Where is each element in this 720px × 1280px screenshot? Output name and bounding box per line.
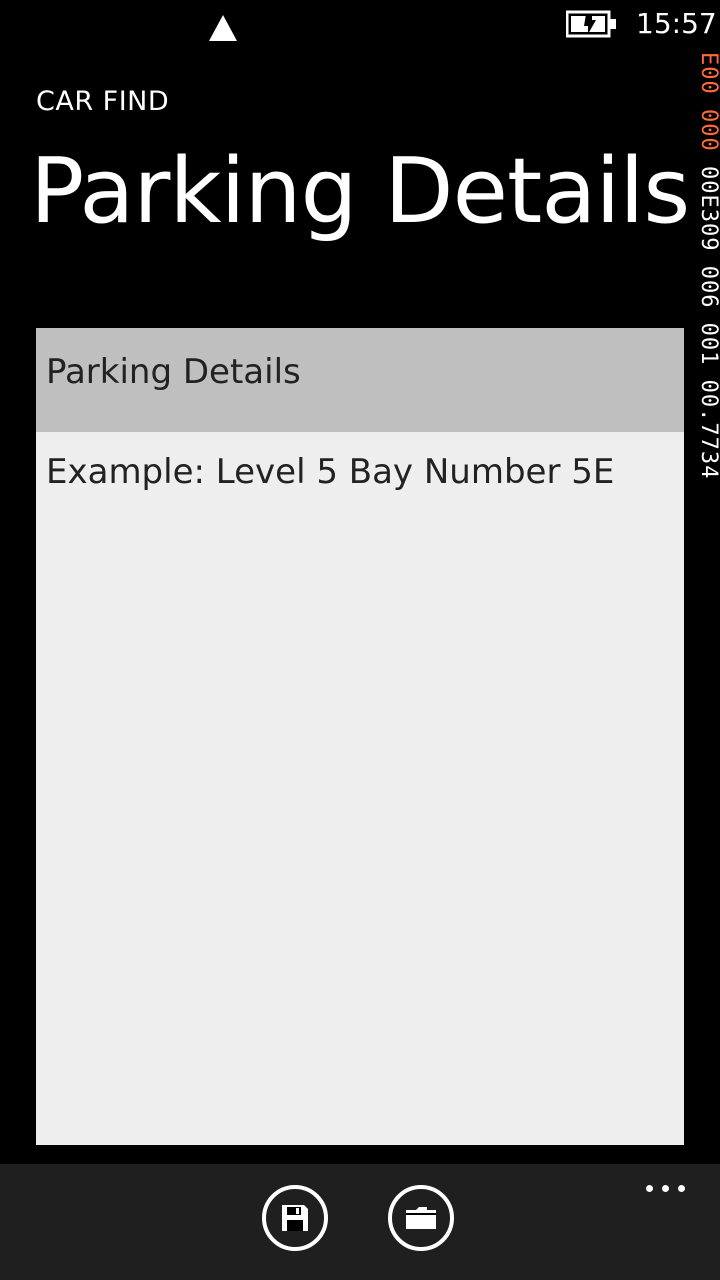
open-button[interactable]: [388, 1185, 454, 1251]
parking-details-textbox[interactable]: Example: Level 5 Bay Number 5E: [36, 432, 684, 1145]
counter-segment: E00: [697, 52, 720, 95]
signal-icon: [209, 15, 237, 41]
counter-segment: 00.7734: [697, 365, 720, 480]
save-icon: [282, 1205, 308, 1231]
parking-details-panel: Parking Details Example: Level 5 Bay Num…: [36, 328, 684, 1145]
parking-details-header: Parking Details: [36, 328, 684, 432]
more-icon[interactable]: [644, 1178, 688, 1198]
folder-open-icon: [406, 1207, 436, 1229]
parking-details-header-label: Parking Details: [46, 352, 301, 392]
save-button[interactable]: [262, 1185, 328, 1251]
clock: 15:57: [636, 7, 717, 40]
page-title: Parking Details: [30, 139, 690, 244]
app-bar: [0, 1164, 720, 1280]
status-bar: 15:57: [0, 0, 720, 52]
counter-segment: 001: [697, 308, 720, 366]
app-title: CAR FIND: [36, 86, 170, 117]
battery-charging-icon: [566, 10, 616, 38]
counter-segment: 006: [697, 251, 720, 309]
frame-rate-counter-text: E00 000 00E309 006 001 00.7734: [697, 52, 720, 480]
